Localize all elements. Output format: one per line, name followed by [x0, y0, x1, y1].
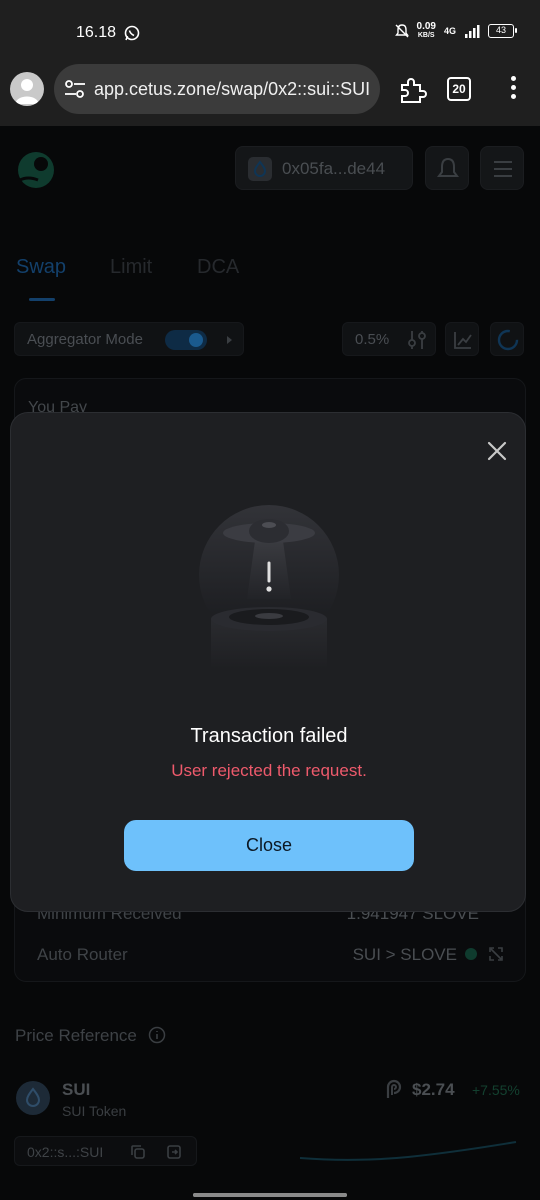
- hamburger-icon: [494, 161, 512, 177]
- chart-button[interactable]: [445, 322, 479, 356]
- aggregator-mode-box: Aggregator Mode: [14, 322, 244, 356]
- notifications-button[interactable]: [425, 146, 469, 190]
- pyth-icon: [386, 1079, 402, 1098]
- aggregator-toggle[interactable]: [165, 330, 207, 350]
- copy-icon[interactable]: [129, 1143, 147, 1161]
- tab-swap[interactable]: Swap: [16, 256, 66, 279]
- sui-wallet-icon: [248, 157, 272, 181]
- transaction-result-modal: Transaction failed User rejected the req…: [10, 412, 526, 912]
- auto-router-row: Auto Router SUI > SLOVE: [37, 945, 505, 965]
- external-link-icon[interactable]: [165, 1143, 183, 1161]
- status-time: 16.18: [76, 24, 117, 41]
- slippage-box[interactable]: 0.5%: [342, 322, 436, 356]
- address-bar[interactable]: app.cetus.zone/swap/0x2::sui::SUI: [54, 64, 380, 114]
- auto-router-label: Auto Router: [37, 945, 128, 964]
- browser-menu-icon[interactable]: [505, 76, 521, 104]
- extensions-icon[interactable]: [398, 76, 428, 104]
- tab-limit[interactable]: Limit: [110, 256, 152, 279]
- net-speed: 0.09 KB/S: [416, 21, 436, 40]
- play-icon[interactable]: [220, 333, 240, 347]
- settings-sliders-icon: [408, 331, 426, 349]
- chart-icon: [454, 332, 472, 349]
- sui-token-icon: [16, 1081, 50, 1115]
- status-bar: 16.18 0.09 KB/S 4G 43: [0, 0, 540, 64]
- mute-icon: [394, 24, 409, 38]
- info-icon[interactable]: [148, 1026, 166, 1044]
- network-type: 4G: [443, 26, 456, 36]
- active-tab-indicator: [29, 298, 55, 301]
- auto-router-value: SUI > SLOVE: [352, 945, 457, 964]
- close-icon[interactable]: [483, 437, 511, 465]
- wallet-button[interactable]: 0x05fa...de44: [235, 146, 413, 190]
- cetus-small-icon: [465, 948, 477, 960]
- coin-address: 0x2::s...:SUI: [27, 1144, 104, 1160]
- refresh-spinner-icon: [497, 329, 519, 351]
- cetus-logo[interactable]: [16, 150, 56, 190]
- coin-symbol: SUI: [62, 1080, 91, 1099]
- close-button[interactable]: Close: [124, 820, 414, 871]
- coin-change: +7.55%: [472, 1082, 520, 1098]
- coin-address-box: 0x2::s...:SUI: [14, 1136, 197, 1166]
- coin-price: $2.74: [412, 1080, 455, 1099]
- coin-name: SUI Token: [62, 1103, 127, 1119]
- menu-button[interactable]: [480, 146, 524, 190]
- site-settings-icon[interactable]: [64, 79, 86, 99]
- slippage-value: 0.5%: [355, 331, 390, 348]
- battery-icon: 43: [488, 24, 517, 38]
- aggregator-mode-label: Aggregator Mode: [27, 331, 143, 348]
- wallet-address: 0x05fa...de44: [282, 159, 386, 178]
- modal-title: Transaction failed: [190, 725, 348, 747]
- signal-icon: [465, 25, 480, 38]
- whatsapp-icon: [124, 25, 140, 41]
- browser-toolbar: app.cetus.zone/swap/0x2::sui::SUI 20: [0, 64, 540, 126]
- tab-dca[interactable]: DCA: [197, 256, 239, 279]
- modal-error-message: User rejected the request.: [171, 761, 367, 780]
- expand-icon[interactable]: [487, 945, 505, 963]
- price-sparkline: [299, 1141, 517, 1161]
- url-text[interactable]: app.cetus.zone/swap/0x2::sui::SUI: [94, 79, 376, 100]
- bell-icon: [437, 157, 459, 177]
- tab-switcher-button[interactable]: 20: [447, 77, 471, 101]
- system-home-indicator[interactable]: [193, 1193, 347, 1197]
- refresh-button[interactable]: [490, 322, 524, 356]
- failed-illustration: [199, 505, 339, 669]
- profile-avatar[interactable]: [10, 72, 44, 106]
- price-reference-title: Price Reference: [15, 1026, 166, 1046]
